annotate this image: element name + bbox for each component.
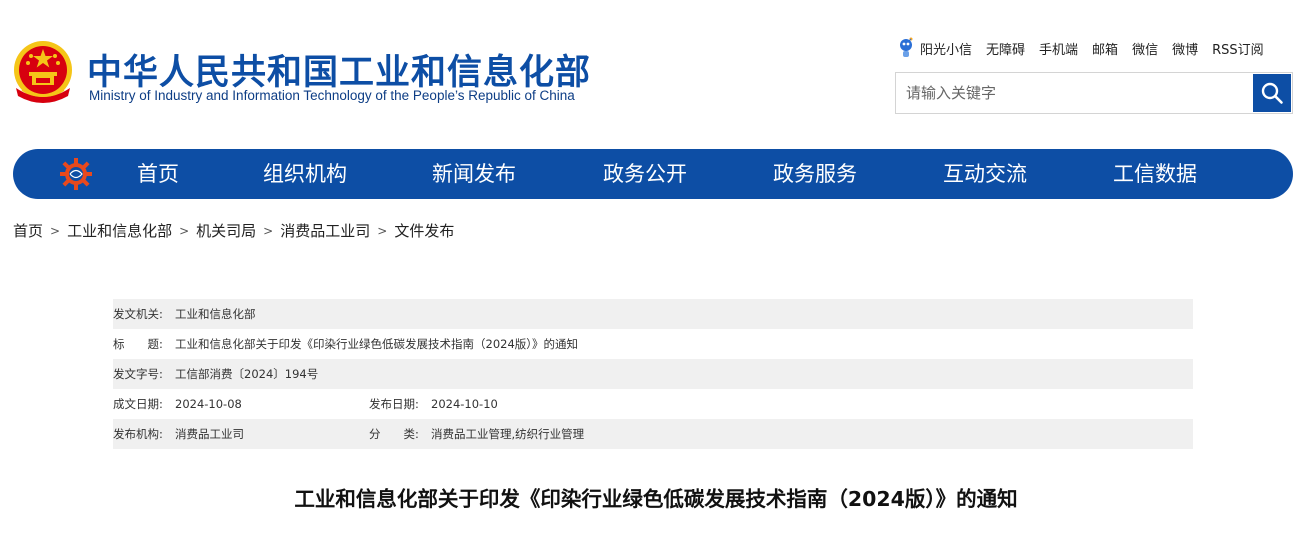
breadcrumb-consumer-goods-dept[interactable]: 消费品工业司 bbox=[280, 220, 370, 241]
breadcrumb-document-release[interactable]: 文件发布 bbox=[394, 220, 454, 241]
search-icon bbox=[1261, 82, 1283, 104]
title-value: 工业和信息化部关于印发《印染行业绿色低碳发展技术指南（2024版）》的通知 bbox=[175, 337, 579, 351]
breadcrumb: 首页 > 工业和信息化部 > 机关司局 > 消费品工业司 > 文件发布 bbox=[13, 220, 454, 241]
main-nav: 首页 组织机构 新闻发布 政务公开 政务服务 互动交流 工信数据 bbox=[13, 149, 1293, 199]
breadcrumb-departments[interactable]: 机关司局 bbox=[196, 220, 256, 241]
breadcrumb-separator: > bbox=[263, 223, 274, 238]
site-header: 中华人民共和国工业和信息化部 Ministry of Industry and … bbox=[0, 0, 1312, 140]
toplink-accessibility[interactable]: 无障碍 bbox=[986, 39, 1025, 58]
issuer-label: 发文机关: bbox=[113, 307, 163, 321]
toplink-weibo[interactable]: 微博 bbox=[1172, 39, 1198, 58]
meta-row-agency: 发布机构: 消费品工业司 分 类: 消费品工业管理,纺织行业管理 bbox=[113, 419, 1193, 449]
search-input[interactable] bbox=[896, 73, 1252, 113]
national-emblem-icon[interactable] bbox=[12, 40, 74, 110]
toplink-wechat[interactable]: 微信 bbox=[1132, 39, 1158, 58]
category-label: 分 类: bbox=[369, 427, 419, 441]
toplink-sunshine-xiaoxin[interactable]: 阳光小信 bbox=[920, 39, 972, 58]
nav-news[interactable]: 新闻发布 bbox=[432, 149, 516, 199]
docno-value: 工信部消费〔2024〕194号 bbox=[175, 367, 319, 381]
search-box bbox=[895, 72, 1293, 114]
published-date-value: 2024-10-10 bbox=[431, 397, 498, 411]
document-metadata-table: 发文机关: 工业和信息化部 标 题: 工业和信息化部关于印发《印染行业绿色低碳发… bbox=[113, 299, 1193, 449]
meta-row-issuer: 发文机关: 工业和信息化部 bbox=[113, 299, 1193, 329]
document-title: 工业和信息化部关于印发《印染行业绿色低碳发展技术指南（2024版）》的通知 bbox=[294, 487, 1018, 511]
nav-data[interactable]: 工信数据 bbox=[1113, 149, 1197, 199]
meta-row-title: 标 题: 工业和信息化部关于印发《印染行业绿色低碳发展技术指南（2024版）》的… bbox=[113, 329, 1193, 359]
docno-label: 发文字号: bbox=[113, 367, 163, 381]
breadcrumb-separator: > bbox=[179, 223, 190, 238]
site-subtitle: Ministry of Industry and Information Tec… bbox=[89, 88, 575, 103]
agency-value: 消费品工业司 bbox=[175, 427, 244, 441]
issuer-value: 工业和信息化部 bbox=[175, 307, 256, 321]
toplink-mailbox[interactable]: 邮箱 bbox=[1092, 39, 1118, 58]
toplink-rss[interactable]: RSS订阅 bbox=[1212, 39, 1264, 58]
nav-government-services[interactable]: 政务服务 bbox=[773, 149, 857, 199]
nav-home[interactable]: 首页 bbox=[137, 149, 179, 199]
gear-globe-logo-icon[interactable] bbox=[59, 157, 93, 191]
agency-label: 发布机构: bbox=[113, 427, 163, 441]
published-date-label: 发布日期: bbox=[369, 397, 419, 411]
nav-government-affairs[interactable]: 政务公开 bbox=[603, 149, 687, 199]
robot-assistant-icon[interactable] bbox=[897, 36, 917, 60]
top-links-bar: 阳光小信 无障碍 手机端 邮箱 微信 微博 RSS订阅 bbox=[897, 37, 1264, 59]
breadcrumb-ministry[interactable]: 工业和信息化部 bbox=[67, 220, 172, 241]
breadcrumb-home[interactable]: 首页 bbox=[13, 220, 43, 241]
category-value: 消费品工业管理,纺织行业管理 bbox=[431, 427, 585, 441]
toplink-mobile[interactable]: 手机端 bbox=[1039, 39, 1078, 58]
search-button[interactable] bbox=[1253, 74, 1291, 112]
nav-organization[interactable]: 组织机构 bbox=[263, 149, 347, 199]
breadcrumb-separator: > bbox=[50, 223, 61, 238]
title-label: 标 题: bbox=[113, 337, 163, 351]
meta-row-dates: 成文日期: 2024-10-08 发布日期: 2024-10-10 bbox=[113, 389, 1193, 419]
created-date-value: 2024-10-08 bbox=[175, 397, 242, 411]
breadcrumb-separator: > bbox=[377, 223, 388, 238]
nav-interaction[interactable]: 互动交流 bbox=[943, 149, 1027, 199]
meta-row-docno: 发文字号: 工信部消费〔2024〕194号 bbox=[113, 359, 1193, 389]
created-date-label: 成文日期: bbox=[113, 397, 163, 411]
